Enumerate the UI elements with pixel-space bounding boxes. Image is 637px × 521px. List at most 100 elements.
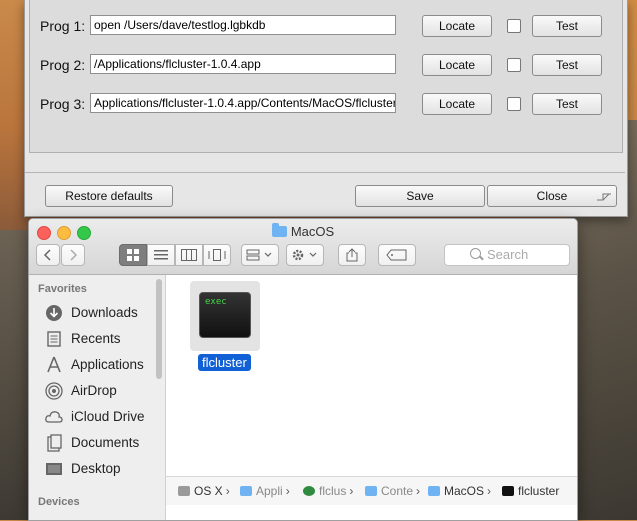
sidebar-item-applications[interactable]: Applications [29, 352, 157, 378]
recents-icon [47, 331, 61, 347]
sidebar-scrollbar[interactable] [156, 279, 162, 379]
finder-window: MacOS Search Favorites Downloads Recents… [28, 218, 578, 521]
search-icon [470, 248, 481, 259]
path-item-label: flcluster [518, 484, 560, 498]
path-bar: OS X › Appli › flclus › Conte › MacOS › flclu… [166, 476, 577, 505]
path-item-label: Conte [381, 484, 414, 498]
path-item-flcluster[interactable]: flcluster [502, 484, 559, 498]
sidebar-item-recents[interactable]: Recents [29, 326, 157, 352]
devices-heading: Devices [38, 496, 80, 508]
launch-programs-dialog: Prog 1: open /Users/dave/testlog.lgbkdb … [24, 0, 628, 217]
arrange-button[interactable] [241, 244, 279, 266]
sidebar-item-label: Documents [71, 435, 140, 450]
path-item-applications[interactable]: Appli › [240, 484, 290, 498]
folder-icon [428, 486, 440, 496]
locate-button[interactable]: Locate [422, 54, 492, 76]
path-separator: › [225, 484, 230, 498]
path-item-flcluster-app[interactable]: flclus › [303, 484, 353, 498]
prog-row-1: Prog 1: open /Users/dave/testlog.lgbkdb … [30, 15, 620, 39]
prog-path-input[interactable]: open /Users/dave/testlog.lgbkdb [90, 15, 396, 35]
terminal-icon [502, 486, 514, 496]
grid-icon [127, 249, 139, 261]
sidebar-item-label: Applications [71, 357, 144, 372]
terminal-icon-text: exec [205, 297, 227, 307]
tags-button[interactable] [378, 244, 416, 266]
test-button[interactable]: Test [532, 54, 602, 76]
sidebar-item-desktop[interactable]: Desktop [29, 456, 157, 482]
restore-defaults-button[interactable]: Restore defaults [45, 185, 173, 207]
download-icon [46, 305, 62, 321]
back-button[interactable] [36, 244, 60, 266]
save-button[interactable]: Save [355, 185, 485, 207]
footer-divider [25, 172, 625, 173]
locate-button[interactable]: Locate [422, 15, 492, 37]
action-button[interactable] [286, 244, 324, 266]
chevron-right-icon [70, 249, 78, 261]
cover-flow-icon [208, 249, 226, 261]
prog-label: Prog 3: [40, 96, 86, 112]
sidebar-item-label: iCloud Drive [71, 409, 145, 424]
prog-path-input[interactable]: Applications/flcluster-1.0.4.app/Content… [90, 93, 396, 113]
program-settings-panel: Prog 1: open /Users/dave/testlog.lgbkdb … [29, 0, 623, 153]
sidebar-item-label: Recents [71, 331, 121, 346]
enable-checkbox[interactable] [507, 19, 521, 33]
test-button[interactable]: Test [532, 15, 602, 37]
sidebar-item-airdrop[interactable]: AirDrop [29, 378, 157, 404]
file-name-label[interactable]: flcluster [198, 354, 251, 371]
applications-icon [47, 356, 61, 373]
path-item-os-x[interactable]: OS X › [178, 484, 230, 498]
resize-grip-icon[interactable] [595, 188, 613, 202]
icon-view-button[interactable] [119, 244, 147, 266]
terminal-executable-icon: exec [199, 292, 251, 338]
prog-label: Prog 1: [40, 18, 86, 34]
enable-checkbox[interactable] [507, 58, 521, 72]
finder-toolbar: MacOS Search [29, 219, 577, 275]
path-separator: › [285, 484, 290, 498]
path-item-label: MacOS [444, 484, 485, 498]
file-browser-area: exec flcluster [166, 275, 577, 473]
sidebar-item-label: Desktop [71, 461, 121, 476]
sidebar-item-label: AirDrop [71, 383, 117, 398]
list-view-button[interactable] [147, 244, 175, 266]
documents-icon [47, 434, 62, 452]
path-separator: › [416, 484, 421, 498]
sidebar-item-label: Downloads [71, 305, 138, 320]
gear-icon [292, 249, 317, 261]
finder-sidebar: Favorites Downloads Recents Applications… [29, 275, 166, 520]
arrange-icon [246, 249, 272, 261]
favorites-heading: Favorites [38, 283, 87, 295]
sidebar-item-icloud-drive[interactable]: iCloud Drive [29, 404, 157, 430]
test-button[interactable]: Test [532, 93, 602, 115]
folder-icon [365, 486, 377, 496]
columns-icon [181, 249, 197, 261]
column-view-button[interactable] [175, 244, 203, 266]
forward-button[interactable] [61, 244, 85, 266]
prog-path-input[interactable]: /Applications/flcluster-1.0.4.app [90, 54, 396, 74]
folder-icon [240, 486, 252, 496]
path-separator: › [487, 484, 492, 498]
cloud-icon [45, 411, 63, 423]
path-item-contents[interactable]: Conte › [365, 484, 420, 498]
folder-icon [271, 223, 287, 237]
desktop-icon [46, 463, 62, 475]
disk-icon [178, 486, 190, 496]
sidebar-item-downloads[interactable]: Downloads [29, 300, 157, 326]
path-item-label: Appli [256, 484, 283, 498]
path-item-macos[interactable]: MacOS › [428, 484, 491, 498]
enable-checkbox[interactable] [507, 97, 521, 111]
sidebar-item-documents[interactable]: Documents [29, 430, 157, 456]
search-placeholder: Search [487, 247, 529, 262]
chevron-left-icon [43, 249, 51, 261]
prog-row-3: Prog 3: Applications/flcluster-1.0.4.app… [30, 93, 620, 117]
app-icon [303, 486, 315, 496]
locate-button[interactable]: Locate [422, 93, 492, 115]
path-item-label: flclus [319, 484, 347, 498]
file-item-flcluster[interactable]: exec [190, 281, 260, 351]
cover-flow-button[interactable] [203, 244, 231, 266]
path-item-label: OS X [194, 484, 223, 498]
tag-icon [386, 249, 407, 261]
path-separator: › [349, 484, 354, 498]
prog-row-2: Prog 2: /Applications/flcluster-1.0.4.ap… [30, 54, 620, 78]
share-button[interactable] [338, 244, 366, 266]
search-field[interactable]: Search [444, 244, 570, 266]
